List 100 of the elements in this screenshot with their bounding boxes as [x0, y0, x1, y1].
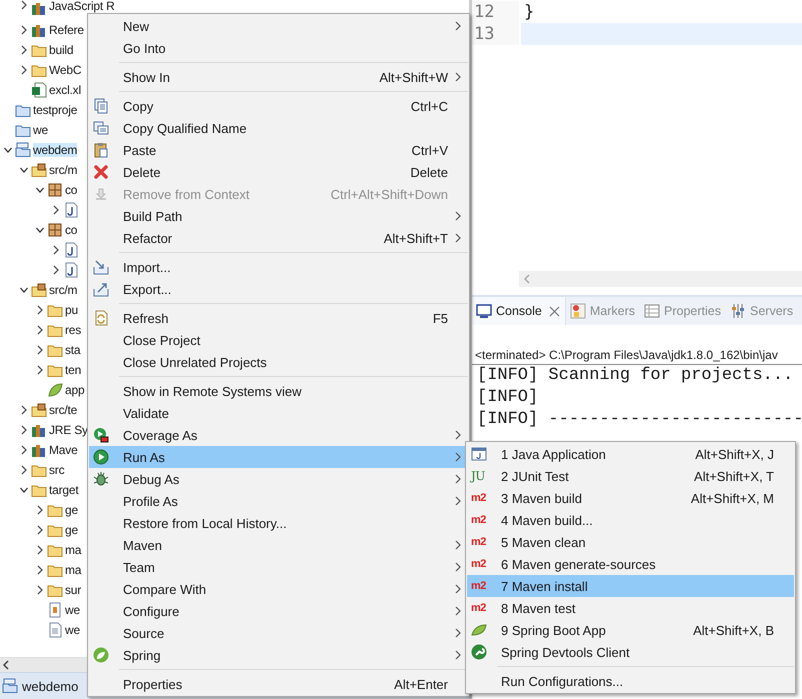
menu-item[interactable]: Team	[89, 556, 468, 578]
copy-icon	[93, 120, 109, 136]
menu-item[interactable]: Refresh F5	[89, 307, 468, 329]
tree-item[interactable]: we	[65, 623, 80, 637]
table-icon	[644, 303, 660, 319]
tree-item[interactable]: src/m	[49, 283, 78, 297]
run-icon	[93, 449, 109, 465]
menu-item[interactable]: m2 4 Maven build...	[467, 509, 794, 531]
tree-item[interactable]: JRE Sy	[49, 423, 88, 437]
archive-file-icon	[47, 602, 63, 618]
menu-item[interactable]: m2 7 Maven install	[467, 575, 794, 597]
tree-item[interactable]: Refere	[49, 23, 84, 37]
menu-item[interactable]: Copy Qualified Name	[89, 117, 468, 139]
library-icon	[31, 422, 47, 438]
tree-item[interactable]: sta	[65, 343, 80, 357]
tree-item[interactable]: src/te	[49, 403, 78, 417]
menu-item[interactable]: m2 5 Maven clean	[467, 531, 794, 553]
project-name: webdemo	[22, 678, 78, 694]
menu-item[interactable]: Go Into	[89, 37, 468, 59]
source-folder-icon	[31, 282, 47, 298]
menu-item[interactable]: 9 Spring Boot App Alt+Shift+X, B	[467, 619, 794, 641]
tree-item[interactable]: we	[65, 603, 80, 617]
tree-item[interactable]: src/m	[49, 163, 78, 177]
remove-icon	[93, 186, 109, 202]
menu-item[interactable]: Paste Ctrl+V	[89, 139, 468, 161]
menu-item[interactable]: Configure	[89, 600, 468, 622]
close-icon[interactable]	[548, 306, 560, 316]
menu-item[interactable]: Close Project	[89, 329, 468, 351]
menu-item[interactable]: Show In Alt+Shift+W	[89, 66, 468, 88]
menu-item[interactable]: Coverage As	[89, 424, 468, 446]
menu-item[interactable]: Run As	[89, 446, 468, 468]
sliders-icon	[730, 303, 746, 319]
menu-item[interactable]: Show in Remote Systems view	[89, 380, 468, 402]
menu-item[interactable]: Validate	[89, 402, 468, 424]
tree-item[interactable]: Mave	[49, 443, 78, 457]
tree-item[interactable]: testproje	[33, 103, 78, 117]
monitor-icon	[476, 303, 492, 319]
menu-item[interactable]: Maven	[89, 534, 468, 556]
markers-icon	[570, 303, 586, 319]
menu-item[interactable]: m2 8 Maven test	[467, 597, 794, 619]
menu-item[interactable]: Source	[89, 622, 468, 644]
menu-item[interactable]: Refactor Alt+Shift+T	[89, 227, 468, 249]
tree-item[interactable]: JavaScript R	[49, 0, 115, 13]
tree-item[interactable]: sur	[65, 583, 82, 597]
tree-item[interactable]: ten	[65, 363, 82, 377]
junit-icon: JU	[471, 469, 485, 483]
menu-item[interactable]: Delete Delete	[89, 161, 468, 183]
tree-item[interactable]: co	[65, 223, 78, 237]
export-icon	[93, 281, 109, 297]
console-line: [INFO] -------------------------	[477, 409, 802, 431]
tree-item[interactable]: build	[49, 43, 74, 57]
menu-item[interactable]: Profile As	[89, 490, 468, 512]
menu-item[interactable]: Debug As	[89, 468, 468, 490]
library-icon	[31, 442, 47, 458]
tree-item[interactable]: pu	[65, 303, 78, 317]
source-folder-icon	[31, 162, 47, 178]
menu-item[interactable]: Run Configurations...	[467, 670, 794, 692]
paste-icon	[93, 142, 109, 158]
menu-item[interactable]: Restore from Local History...	[89, 512, 468, 534]
tree-item[interactable]: webdem	[33, 143, 78, 157]
application-window-icon	[471, 446, 487, 462]
tree-item[interactable]: res	[65, 323, 82, 337]
tree-item[interactable]: ge	[65, 503, 78, 517]
menu-item[interactable]: 1 Java Application Alt+Shift+X, J	[467, 443, 794, 465]
menu-item[interactable]: Export...	[89, 278, 468, 300]
refresh-icon	[93, 310, 109, 326]
view-tab[interactable]: Console	[472, 297, 566, 325]
console-line: [INFO] Scanning for projects...	[477, 365, 794, 387]
menu-item[interactable]: Import...	[89, 256, 468, 278]
import-icon	[93, 259, 109, 275]
tree-item[interactable]: ma	[65, 543, 82, 557]
menu-item[interactable]: Properties Alt+Enter	[89, 673, 468, 695]
tree-item[interactable]: excl.xl	[49, 83, 81, 97]
tree-item[interactable]: src	[49, 463, 64, 477]
maven-icon: m2	[471, 492, 486, 504]
maven-icon: m2	[471, 514, 486, 526]
menu-item[interactable]: Spring	[89, 644, 468, 666]
tree-item[interactable]: co	[65, 183, 78, 197]
menu-item[interactable]: Compare With	[89, 578, 468, 600]
console-header: <terminated> C:\Program Files\Java\jdk1.8.0_162\bin\jav	[472, 347, 802, 365]
menu-item[interactable]: JU 2 JUnit Test Alt+Shift+X, T	[467, 465, 794, 487]
menu-item[interactable]: Close Unrelated Projects	[89, 351, 468, 373]
tree-item[interactable]: ma	[65, 563, 82, 577]
tree-item[interactable]: target	[49, 483, 78, 497]
delete-icon	[93, 164, 109, 180]
tree-item[interactable]: ge	[65, 523, 78, 537]
tree-item[interactable]: WebC	[49, 63, 82, 77]
menu-item[interactable]: m2 3 Maven build Alt+Shift+X, M	[467, 487, 794, 509]
menu-item[interactable]: Copy Ctrl+C	[89, 95, 468, 117]
tree-item[interactable]: we	[33, 123, 48, 137]
project-folder-icon	[15, 142, 31, 158]
menu-item[interactable]: Build Path	[89, 205, 468, 227]
menu-item[interactable]: m2 6 Maven generate-sources	[467, 553, 794, 575]
line-number: 12	[472, 1, 519, 23]
leaf-icon	[47, 382, 63, 398]
scroll-left-icon[interactable]	[3, 660, 10, 670]
menu-item[interactable]: New	[89, 15, 468, 37]
menu-item[interactable]: Spring Devtools Client	[467, 641, 794, 663]
maven-icon: m2	[471, 558, 486, 570]
tree-item[interactable]: app	[65, 383, 84, 397]
